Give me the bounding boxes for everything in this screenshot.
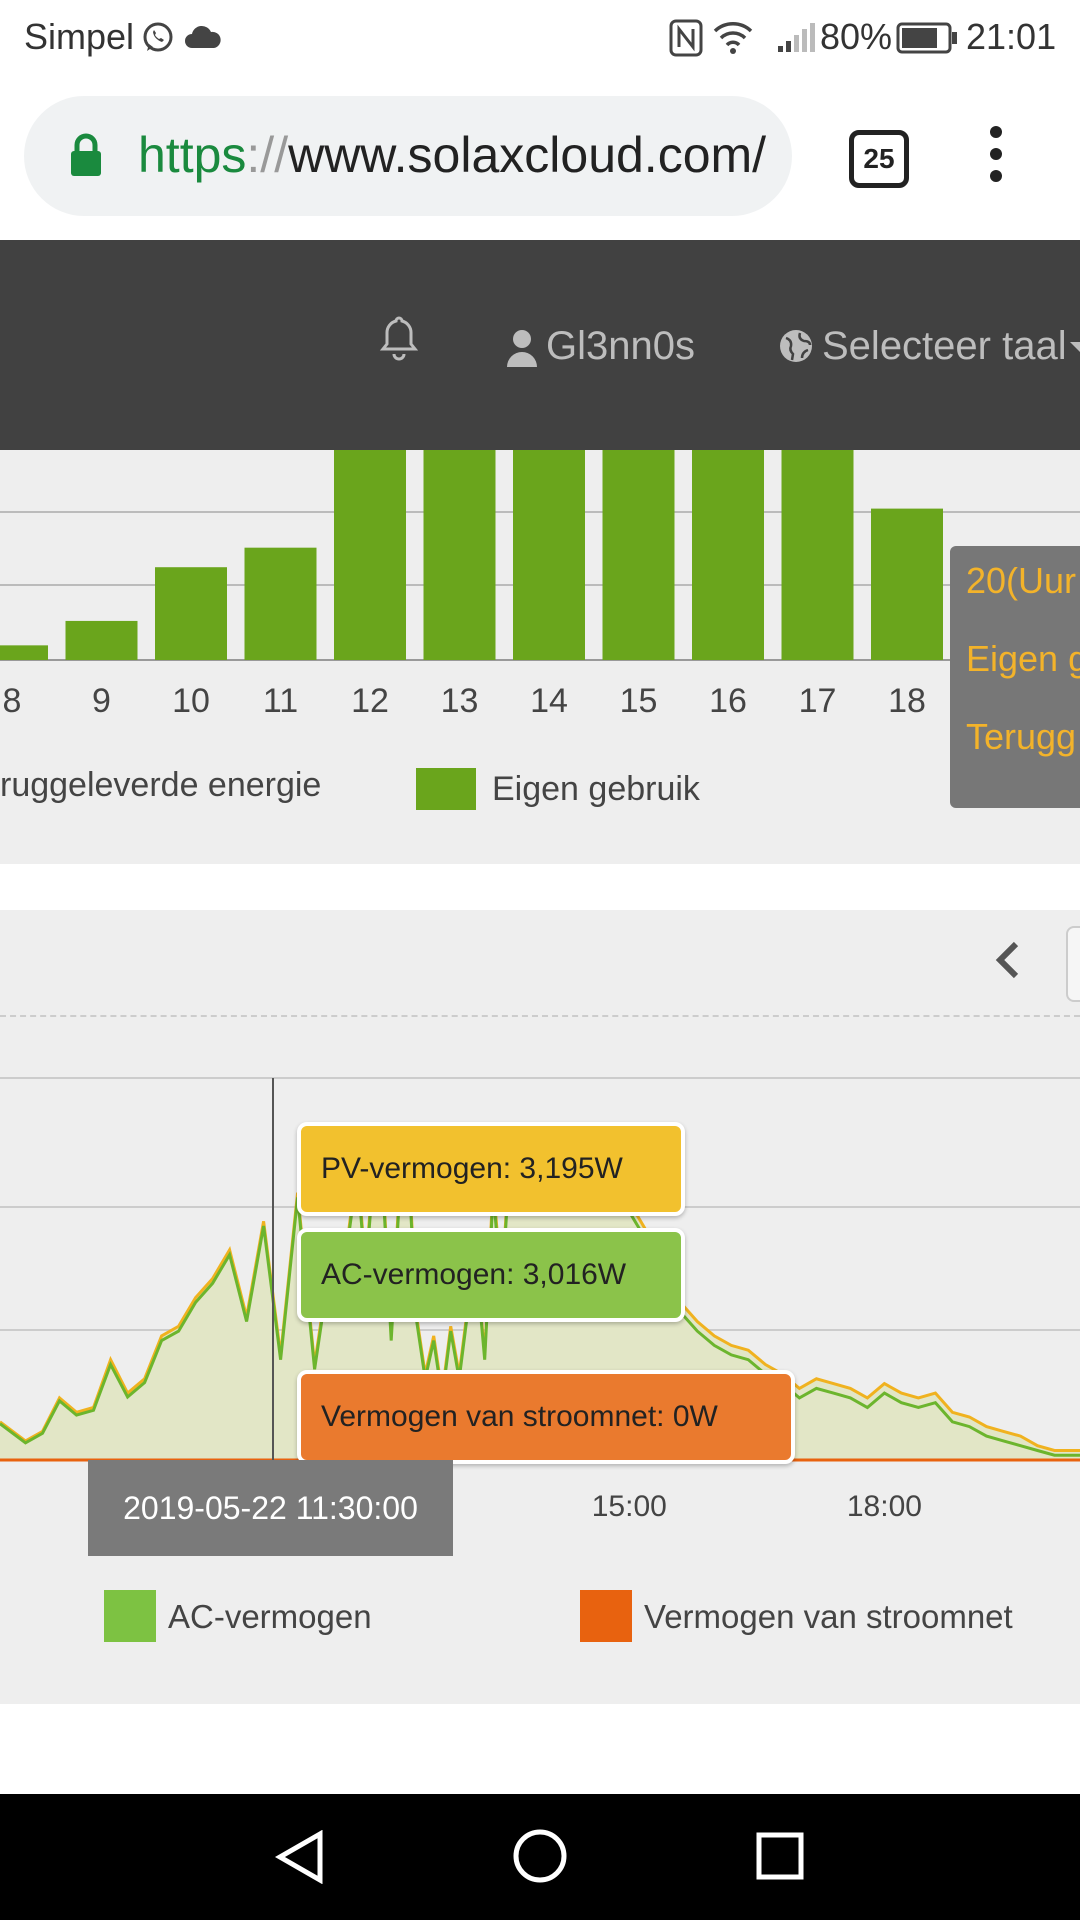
- url-bar[interactable]: https://www.solaxcloud.com/: [24, 96, 792, 216]
- energy-chart-tooltip: 20(Uur Eigen g Terugg: [950, 546, 1080, 808]
- energy-chart-panel: 8 9 10 11 12 13 14 15 16 17 18 ruggeleverde energi…: [0, 450, 1080, 864]
- url-separator: ://: [246, 127, 289, 183]
- tooltip-line: Eigen g: [966, 638, 1080, 679]
- battery-percentage: 80%: [820, 16, 893, 57]
- legend-swatch: [416, 768, 476, 810]
- back-icon[interactable]: [274, 1830, 326, 1884]
- legend-label: Eigen gebruik: [492, 770, 700, 808]
- status-bar: Simpel 80% 21:01: [0, 0, 1080, 76]
- bell-icon[interactable]: [378, 314, 420, 362]
- bar-hour-15[interactable]: [602, 450, 675, 660]
- x-tick-label: 18: [888, 682, 926, 720]
- x-tick-label: 15: [620, 682, 658, 720]
- bar-hour-9[interactable]: [65, 620, 138, 660]
- bar-hour-12[interactable]: [334, 450, 406, 660]
- x-tick-label: 13: [441, 682, 479, 720]
- url-text: https://www.solaxcloud.com/: [138, 126, 766, 184]
- recents-icon[interactable]: [756, 1832, 804, 1880]
- bar-hour-17[interactable]: [781, 450, 854, 660]
- tooltip-line: 20(Uur: [966, 560, 1077, 601]
- x-tick-label: 10: [172, 682, 210, 720]
- url-scheme: https: [138, 127, 247, 183]
- tooltip-pv-power: PV-vermogen: 3,195W: [297, 1122, 685, 1216]
- tooltip-grid-power: Vermogen van stroomnet: 0W: [297, 1370, 795, 1464]
- browser-toolbar: https://www.solaxcloud.com/ 25: [0, 76, 1080, 240]
- url-host: www.solaxcloud.com/: [288, 127, 767, 183]
- tooltip-ac-power: AC-vermogen: 3,016W: [297, 1228, 685, 1322]
- lock-icon: [71, 133, 101, 176]
- x-tick-label: 8: [3, 682, 22, 720]
- cloud-icon: [185, 25, 221, 48]
- menu-dots-icon[interactable]: [984, 124, 1008, 184]
- username: Gl3nn0s: [546, 324, 695, 368]
- x-tick-label: 17: [799, 682, 837, 720]
- nfc-icon: [669, 19, 703, 57]
- battery-icon: [896, 22, 957, 54]
- power-chart-panel: 0915:0018:00 PV-vermogen: 3,195W AC-verm…: [0, 910, 1080, 1704]
- language-label: Selecteer taal: [822, 324, 1067, 368]
- bar-hour-13[interactable]: [423, 450, 496, 660]
- x-tick-label: 14: [530, 682, 568, 720]
- x-tick-label: 15:00: [592, 1490, 667, 1523]
- globe-icon: [780, 330, 812, 362]
- home-icon[interactable]: [512, 1828, 568, 1884]
- legend-label: AC-vermogen: [168, 1598, 372, 1635]
- navigation-bar: [0, 1794, 1080, 1920]
- signal-icon: [778, 23, 815, 52]
- legend-swatch: [580, 1590, 632, 1642]
- bar-hour-10[interactable]: [155, 567, 227, 660]
- whatsapp-icon: [143, 22, 173, 52]
- x-tick-label: 11: [263, 682, 298, 720]
- x-tick-label: 16: [709, 682, 747, 720]
- x-tick-label: 12: [351, 682, 389, 720]
- bar-hour-8[interactable]: [0, 645, 48, 660]
- caret-down-icon: [1070, 342, 1080, 352]
- carrier-name: Simpel: [24, 16, 135, 57]
- bar-hour-14[interactable]: [513, 450, 585, 660]
- tooltip-line: Terugg: [966, 716, 1077, 757]
- legend-label: ruggeleverde energie: [0, 766, 322, 804]
- tab-switcher-button[interactable]: 25: [849, 130, 909, 188]
- legend-swatch: [104, 1590, 156, 1642]
- x-tick-label: 9: [92, 682, 111, 720]
- bar-hour-11[interactable]: [244, 547, 317, 660]
- legend-label: Vermogen van stroomnet: [644, 1598, 1013, 1635]
- clock-time: 21:01: [966, 16, 1057, 57]
- x-tick-label: 18:00: [847, 1490, 922, 1523]
- bar-hour-18[interactable]: [871, 508, 943, 660]
- user-icon: [507, 330, 537, 367]
- crosshair-date-label: 2019-05-22 11:30:00: [88, 1460, 453, 1556]
- site-header: Gl3nn0s Selecteer taal: [0, 240, 1080, 450]
- bar-hour-16[interactable]: [692, 450, 764, 660]
- wifi-icon: [713, 22, 753, 54]
